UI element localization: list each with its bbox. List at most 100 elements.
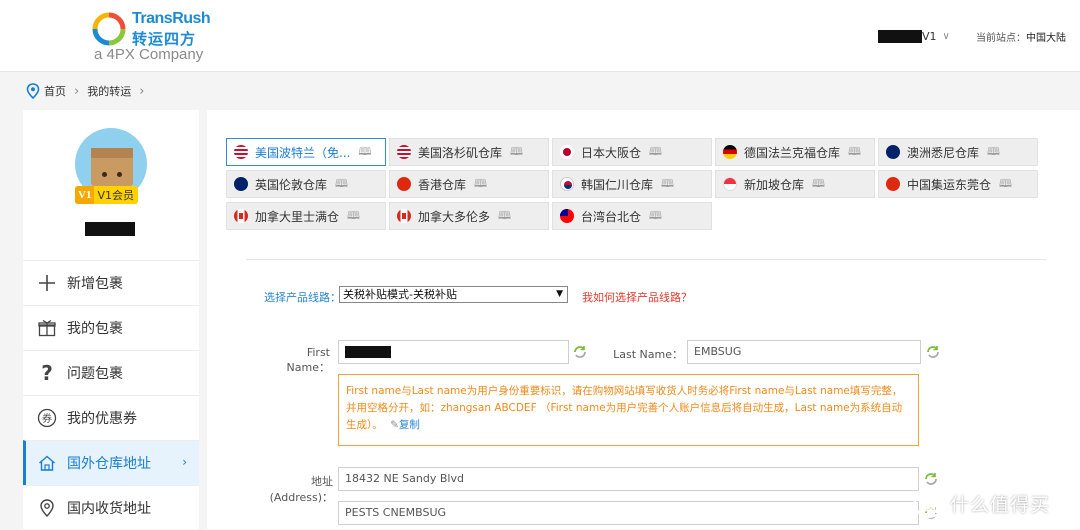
tab-warehouse[interactable]: 德国法兰克福仓库 🕮 xyxy=(715,138,875,166)
tab-warehouse[interactable]: 澳洲悉尼仓库 🕮 xyxy=(878,138,1038,166)
sidebar-item-domestic-address[interactable]: 国内收货地址 xyxy=(23,485,199,530)
tab-warehouse[interactable]: 加拿大多伦多 🕮 xyxy=(389,202,549,230)
first-name-field[interactable] xyxy=(338,340,569,364)
copy-label: 复制 xyxy=(398,419,420,431)
book-icon[interactable]: 🕮 xyxy=(848,143,861,162)
tab-warehouse[interactable]: 台湾台北仓 🕮 xyxy=(552,202,712,230)
tab-warehouse[interactable]: 日本大阪仓 🕮 xyxy=(552,138,712,166)
logo-text-en: TransRush xyxy=(132,10,211,27)
flag-uk-icon xyxy=(234,177,248,191)
tab-label: 德国法兰克福仓库 xyxy=(744,145,841,160)
book-icon[interactable]: 🕮 xyxy=(474,175,487,194)
tab-warehouse[interactable]: 中国集运东莞仓 🕮 xyxy=(878,170,1038,198)
tab-label: 日本大阪仓 xyxy=(581,145,642,160)
tab-warehouse[interactable]: 美国洛杉矶仓库 🕮 xyxy=(389,138,549,166)
sidebar-item-label: 国外仓库地址 xyxy=(67,456,151,472)
question-icon: ? xyxy=(41,361,53,385)
tab-warehouse[interactable]: 英国伦敦仓库 🕮 xyxy=(226,170,386,198)
book-icon[interactable]: 🕮 xyxy=(649,143,662,162)
address-label: 地址(Address)： xyxy=(269,475,333,504)
coupon-icon: 券 xyxy=(37,408,57,428)
location-pin-icon xyxy=(26,83,40,99)
main-panel: 美国波特兰（免... 🕮 美国洛杉矶仓库 🕮 日本大阪仓 🕮 德国法兰克福仓库 🕮 澳洲悉尼仓库… xyxy=(207,110,1080,529)
plus-icon xyxy=(37,273,57,293)
flag-au-icon xyxy=(886,145,900,159)
tab-label: 美国波特兰（免... xyxy=(255,145,351,160)
sidebar: V1 V1会员 新增包裹 我的包裹 ? 问题包裹 券 我的优惠券 国外仓库地址 … xyxy=(23,110,199,529)
vip-tag: V1 xyxy=(75,186,95,204)
book-icon[interactable]: 🕮 xyxy=(510,143,523,162)
book-icon[interactable]: 🕮 xyxy=(649,207,662,226)
book-icon[interactable]: 🕮 xyxy=(812,175,825,194)
sidebar-item-overseas-warehouse[interactable]: 国外仓库地址 › xyxy=(23,440,199,485)
user-menu[interactable]: V1 ∨ xyxy=(878,28,950,44)
flag-jp-icon xyxy=(560,145,574,159)
tab-label: 美国洛杉矶仓库 xyxy=(418,145,503,160)
refresh-icon[interactable] xyxy=(572,344,588,360)
book-icon[interactable]: 🕮 xyxy=(498,207,511,226)
tab-label: 韩国仁川仓库 xyxy=(581,177,654,192)
flag-cn-icon xyxy=(886,177,900,191)
address-line-1-field[interactable]: 18432 NE Sandy Blvd xyxy=(338,467,919,491)
sidebar-item-label: 新增包裹 xyxy=(67,276,123,292)
sidebar-item-label: 国内收货地址 xyxy=(67,501,151,517)
tab-warehouse[interactable]: 香港仓库 🕮 xyxy=(389,170,549,198)
refresh-icon[interactable] xyxy=(923,471,939,487)
logo-mark-icon xyxy=(92,12,126,46)
first-name-redaction xyxy=(345,346,391,358)
tab-warehouse[interactable]: 加拿大里士满仓 🕮 xyxy=(226,202,386,230)
flag-de-icon xyxy=(723,145,737,159)
book-icon[interactable]: 🕮 xyxy=(661,175,674,194)
tab-label: 加拿大多伦多 xyxy=(418,209,491,224)
avatar-box-graphic xyxy=(91,148,133,186)
sidebar-item-new-package[interactable]: 新增包裹 xyxy=(23,260,199,305)
address-line-2-field[interactable]: PESTS CNEMBSUG xyxy=(338,501,919,525)
user-level: V1 xyxy=(922,29,937,43)
route-select[interactable]: 关税补贴模式-关税补贴 ▼ xyxy=(339,286,568,303)
tab-label: 澳洲悉尼仓库 xyxy=(907,145,980,160)
route-label: 选择产品线路： xyxy=(264,291,341,304)
breadcrumb: 首页 › 我的转运 › xyxy=(26,82,152,100)
transrush-logo[interactable]: TransRush 转运四方 a 4PX Company xyxy=(92,10,212,66)
sidebar-item-coupons[interactable]: 券 我的优惠券 xyxy=(23,395,199,440)
watermark-text: 什么值得买 xyxy=(950,493,1051,516)
sidebar-item-my-packages[interactable]: 我的包裹 xyxy=(23,305,199,350)
flag-kr-icon xyxy=(560,177,574,191)
tab-warehouse[interactable]: 韩国仁川仓库 🕮 xyxy=(552,170,712,198)
breadcrumb-current[interactable]: 我的转运 xyxy=(87,83,131,99)
location-icon xyxy=(37,498,57,518)
book-icon[interactable]: 🕮 xyxy=(987,143,1000,162)
route-select-value: 关税补贴模式-关税补贴 xyxy=(343,288,457,301)
name-notice-box: First name与Last name为用户身份重要标识，请在购物网站填写收货… xyxy=(338,374,919,446)
flag-ca-icon xyxy=(397,209,411,223)
book-icon[interactable]: 🕮 xyxy=(335,175,348,194)
tab-warehouse[interactable]: 新加坡仓库 🕮 xyxy=(715,170,875,198)
watermark: 值 什么值得买 xyxy=(914,488,1050,518)
dropdown-triangle-icon: ▼ xyxy=(556,289,563,299)
tab-label: 中国集运东莞仓 xyxy=(907,177,992,192)
last-name-field[interactable]: EMBSUG xyxy=(687,340,921,364)
watermark-logo-icon: 值 xyxy=(914,488,944,518)
notice-text: First name与Last name为用户身份重要标识，请在购物网站填写收货… xyxy=(346,385,903,431)
tab-label: 新加坡仓库 xyxy=(744,177,805,192)
refresh-icon[interactable] xyxy=(925,344,941,360)
tab-warehouse[interactable]: 美国波特兰（免... 🕮 xyxy=(226,138,386,166)
last-name-label: Last Name： xyxy=(613,348,683,361)
svg-text:券: 券 xyxy=(42,412,52,425)
copy-button[interactable]: ✎复制 xyxy=(390,419,420,431)
sidebar-item-label: 我的包裹 xyxy=(67,321,123,337)
route-help-link[interactable]: 我如何选择产品线路？ xyxy=(582,289,692,305)
sidebar-item-label: 我的优惠券 xyxy=(67,411,137,427)
tab-label: 台湾台北仓 xyxy=(581,209,642,224)
book-icon[interactable]: 🕮 xyxy=(347,207,360,226)
chevron-down-icon: ∨ xyxy=(942,30,950,42)
breadcrumb-home[interactable]: 首页 xyxy=(44,83,66,99)
chevron-right-icon: › xyxy=(139,83,145,99)
vip-badge: V1 V1会员 xyxy=(75,186,138,204)
chevron-right-icon: › xyxy=(182,455,187,469)
current-site[interactable]: 当前站点：中国大陆 xyxy=(976,29,1066,44)
gift-icon xyxy=(37,318,57,338)
book-icon[interactable]: 🕮 xyxy=(999,175,1012,194)
sidebar-item-problem-packages[interactable]: ? 问题包裹 xyxy=(23,350,199,395)
book-icon[interactable]: 🕮 xyxy=(358,143,371,162)
